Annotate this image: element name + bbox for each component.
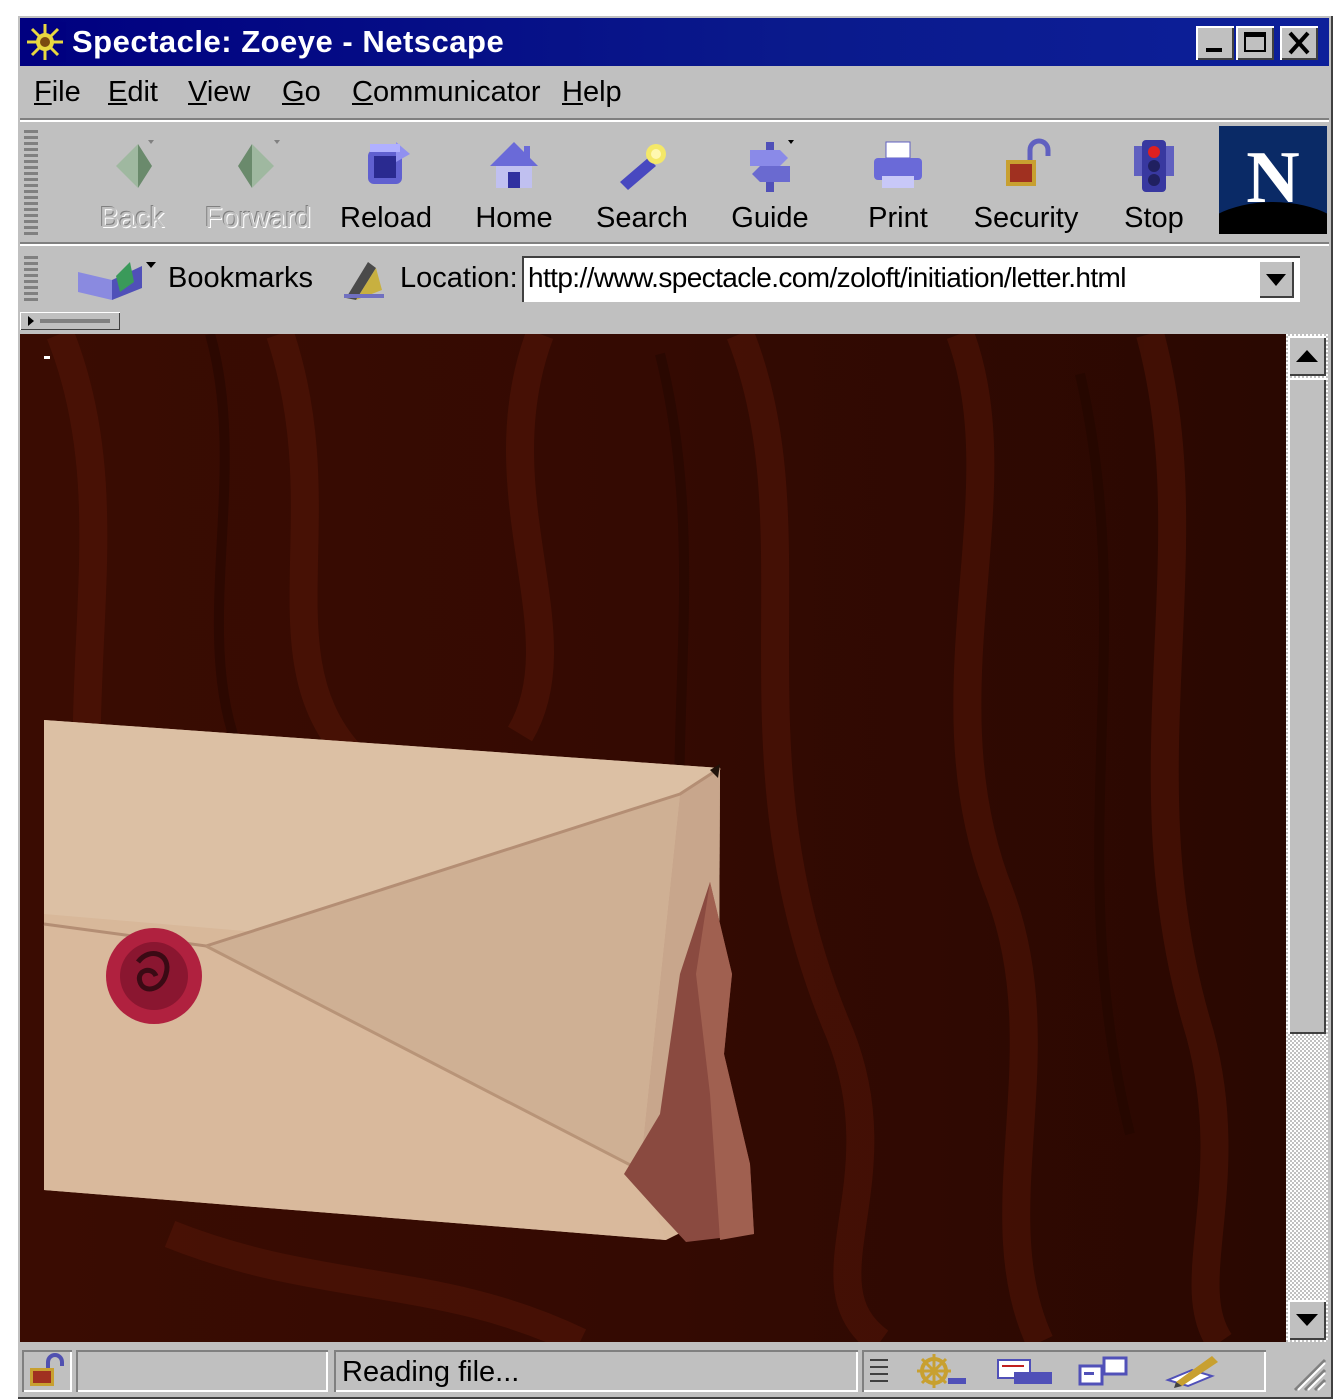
- status-text: Reading file...: [342, 1356, 520, 1388]
- forward-arrow-icon: [238, 140, 280, 188]
- component-bar: [862, 1350, 1266, 1392]
- scroll-up-button[interactable]: [1288, 336, 1326, 376]
- scroll-down-button[interactable]: [1288, 1300, 1326, 1340]
- scroll-thumb[interactable]: [1288, 378, 1326, 1034]
- location-label: Location:: [400, 262, 518, 294]
- browser-window: Spectacle: Zoeye - Netscape File Edit Vi…: [16, 14, 1333, 1399]
- minimize-icon: [1206, 48, 1222, 52]
- home-icon: [490, 142, 538, 188]
- maximize-icon: [1244, 32, 1266, 52]
- resize-grip-icon[interactable]: [1289, 1354, 1327, 1392]
- search-flashlight-icon: [620, 144, 666, 190]
- maximize-button[interactable]: [1236, 26, 1274, 60]
- wax-seal: [106, 928, 202, 1024]
- navigation-toolbar: Back Forward Reload Home Search Guide Pr…: [20, 124, 1329, 244]
- progress-field: [76, 1350, 328, 1392]
- mailbox-icon[interactable]: [994, 1354, 1054, 1388]
- guide-button[interactable]: Guide: [710, 132, 830, 240]
- logo-letter: N: [1246, 137, 1299, 219]
- page-content[interactable]: [20, 334, 1286, 1342]
- collapsed-toolbar-tab[interactable]: [20, 312, 120, 330]
- netscape-n-logo-icon: N: [1219, 126, 1327, 234]
- chevron-down-icon: [1266, 274, 1286, 286]
- location-url-text: http://www.spectacle.com/zoloft/initiati…: [528, 262, 1126, 293]
- padlock-icon: [1006, 138, 1051, 186]
- print-button[interactable]: Print: [838, 132, 958, 240]
- minimize-button[interactable]: [1196, 26, 1234, 60]
- bookmarks-button[interactable]: Bookmarks: [168, 262, 313, 295]
- stop-button[interactable]: Stop: [1094, 132, 1214, 240]
- expand-toolbar-icon: [28, 316, 110, 326]
- menu-view[interactable]: View: [188, 76, 250, 109]
- composer-icon[interactable]: [1162, 1352, 1226, 1390]
- printer-icon: [874, 141, 922, 188]
- menu-communicator[interactable]: Communicator: [352, 76, 541, 109]
- reload-button[interactable]: Reload: [326, 132, 446, 240]
- vertical-scrollbar[interactable]: [1286, 334, 1328, 1342]
- home-button[interactable]: Home: [454, 132, 574, 240]
- security-status-field[interactable]: [22, 1350, 72, 1392]
- location-dropdown-button[interactable]: [1258, 260, 1294, 298]
- menu-separator: [20, 118, 1329, 122]
- location-toolbar: Bookmarks Location: http://www.spectacle…: [20, 248, 1329, 310]
- envelope-on-wood-image: [20, 334, 1286, 1342]
- back-arrow-icon: [116, 140, 154, 188]
- navigator-wheel-icon[interactable]: [912, 1352, 968, 1390]
- bookmarks-icon[interactable]: [76, 258, 158, 302]
- component-bar-grip-icon[interactable]: [868, 1354, 890, 1388]
- netscape-app-icon: [24, 22, 66, 62]
- guide-signpost-icon: [750, 140, 794, 192]
- status-bar: Reading file...: [20, 1346, 1329, 1396]
- close-button[interactable]: [1280, 26, 1318, 60]
- unlocked-padlock-icon: [30, 1353, 64, 1386]
- netscape-logo[interactable]: N: [1219, 126, 1327, 234]
- toolbar-separator: [20, 242, 1329, 246]
- page-proxy-icon[interactable]: [342, 260, 386, 300]
- close-icon: [1288, 31, 1310, 55]
- title-bar[interactable]: Spectacle: Zoeye - Netscape: [20, 18, 1329, 66]
- back-button[interactable]: Back: [72, 132, 192, 240]
- status-message-field: Reading file...: [334, 1350, 858, 1392]
- arrow-up-icon: [1296, 350, 1318, 362]
- menu-file[interactable]: File: [34, 76, 81, 109]
- menu-bar: File Edit View Go Communicator Help: [20, 70, 1329, 116]
- menu-go[interactable]: Go: [282, 76, 321, 109]
- reload-icon: [368, 142, 410, 184]
- discussions-icon[interactable]: [1076, 1354, 1136, 1388]
- stop-traffic-light-icon: [1134, 140, 1174, 192]
- menu-edit[interactable]: Edit: [108, 76, 158, 109]
- security-button[interactable]: Security: [966, 132, 1086, 240]
- window-title: Spectacle: Zoeye - Netscape: [72, 24, 505, 59]
- arrow-down-icon: [1296, 1314, 1318, 1326]
- location-url-field[interactable]: http://www.spectacle.com/zoloft/initiati…: [522, 256, 1300, 302]
- menu-help[interactable]: Help: [562, 76, 622, 109]
- search-button[interactable]: Search: [582, 132, 702, 240]
- location-grip[interactable]: [24, 256, 38, 304]
- forward-button[interactable]: Forward: [198, 132, 318, 240]
- toolbar-grip[interactable]: [24, 130, 38, 238]
